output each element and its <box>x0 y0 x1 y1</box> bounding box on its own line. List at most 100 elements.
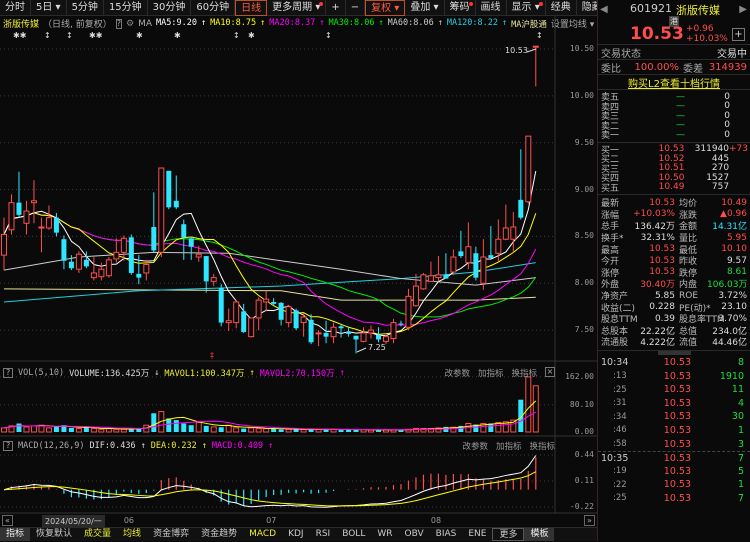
candle-body <box>376 334 381 340</box>
candle-body <box>443 274 449 279</box>
toolbar-button[interactable]: 画线 <box>476 0 507 16</box>
indicator-tab[interactable]: MACD <box>243 528 282 541</box>
indicator-tab[interactable]: BOLL <box>336 528 371 541</box>
indicator-tab[interactable]: 资金博弈 <box>147 528 195 541</box>
indicator-tab[interactable]: RSI <box>310 528 337 541</box>
indicator-tab[interactable]: KDJ <box>282 528 310 541</box>
toolbar-button[interactable]: 15分钟 <box>104 0 148 16</box>
indicator-tab[interactable]: 指标 <box>0 528 31 541</box>
indicator-tab[interactable]: BIAS <box>430 528 463 541</box>
indicator-tab[interactable]: WR <box>371 528 398 541</box>
indicator-tab[interactable]: 恢复默认 <box>30 528 78 541</box>
toolbar-button[interactable]: 分时 <box>0 0 31 16</box>
arrow-up-icon: ↑ <box>201 441 207 451</box>
info-marker-icon[interactable]: ↕ <box>325 31 332 40</box>
l2-link[interactable]: 购买L2查看十档行情 <box>628 75 720 90</box>
ask-volume: 0 <box>724 91 730 102</box>
switch-indicator-button[interactable]: 换指标 <box>529 440 555 452</box>
switch-indicator-button[interactable]: 换指标 <box>511 367 537 379</box>
prev-stock-icon[interactable]: ◀ <box>600 4 608 15</box>
indicator-tab[interactable]: OBV <box>399 528 430 541</box>
mavol1-line <box>3 400 537 431</box>
info-marker-icon[interactable]: ✱ <box>248 31 255 40</box>
panel-resize-handle[interactable] <box>658 350 691 355</box>
notification-dot-icon <box>538 2 543 6</box>
candle-body <box>465 246 472 264</box>
candle-body <box>8 202 15 231</box>
stat-value: 14.31亿 <box>712 222 747 233</box>
toolbar-button[interactable]: 复权 ▾ <box>365 0 406 16</box>
toolbar-button[interactable]: 叠加 ▾ <box>405 0 445 16</box>
help-icon[interactable]: ? <box>3 368 13 378</box>
toolbar-button[interactable]: 经典 <box>546 0 577 16</box>
bid-row[interactable]: 买五 10.49 757 <box>598 182 750 194</box>
event-marker-icon[interactable]: ‡ <box>210 351 214 360</box>
notification-dot-icon <box>468 2 473 6</box>
indicator-tab[interactable]: 更多 <box>492 528 525 541</box>
info-marker-icon[interactable]: ↕ <box>66 31 73 40</box>
volume-bar <box>98 428 105 433</box>
toolbar-button[interactable]: 5分钟 <box>67 0 104 16</box>
toolbar-button-label: 经典 <box>550 2 571 13</box>
stat-row: 最新 10.53 均价 10.49 <box>598 197 750 210</box>
info-marker-icon[interactable]: ↕ <box>233 31 240 40</box>
candle-body <box>53 217 59 233</box>
tick-price: 10.53 <box>663 465 691 477</box>
info-marker-icon[interactable]: ✱ <box>136 31 143 40</box>
candle-body <box>271 301 277 304</box>
toolbar-button[interactable]: 更多周期 ▾ <box>267 0 327 16</box>
toolbar-button[interactable]: 筹码 <box>445 0 476 16</box>
stat-value: 10.53 <box>649 267 675 278</box>
indicator-tab[interactable]: 成交量 <box>78 528 117 541</box>
indicator-tab[interactable]: 资金趋势 <box>195 528 243 541</box>
volume-bar <box>285 428 292 433</box>
ma-value: MA60:8.06 <box>387 17 434 28</box>
stat-value: 10.53 <box>649 255 675 266</box>
ma120-line <box>3 262 536 303</box>
indicator-tab[interactable]: 模板 <box>524 528 555 541</box>
volume-bar <box>518 399 524 432</box>
gear-icon[interactable]: ⚙ <box>126 19 134 29</box>
info-marker-icon[interactable]: ✱ <box>174 31 181 40</box>
volume-bar <box>308 429 314 432</box>
tick-row: 10:34 10.53 8 <box>598 356 750 370</box>
candle-body <box>203 256 209 282</box>
kline-chart[interactable] <box>0 0 597 541</box>
add-indicator-button[interactable]: 加指标 <box>478 367 504 379</box>
close-icon[interactable]: × <box>545 367 555 377</box>
toolbar-button[interactable]: 日线 <box>235 0 268 16</box>
ask-price: — <box>676 120 685 131</box>
scroll-left-button[interactable]: « <box>2 515 13 526</box>
add-watchlist-button[interactable]: + <box>732 28 745 41</box>
toolbar-button[interactable]: 30分钟 <box>148 0 192 16</box>
toolbar-button[interactable]: 60分钟 <box>191 0 236 16</box>
ask-row[interactable]: 卖一 — 0 <box>598 130 750 142</box>
ma-settings-button[interactable]: 设置均线 ▾ <box>551 17 600 30</box>
tick-price: 10.53 <box>663 370 691 382</box>
info-marker-icon[interactable]: ✱✱ <box>89 31 102 40</box>
info-marker-icon[interactable]: ↕ <box>536 31 543 40</box>
price-tick-label: 8.50 <box>574 231 594 241</box>
indicator-tab[interactable]: ENE <box>462 528 492 541</box>
candle-body <box>346 331 352 334</box>
ask-volume: 0 <box>724 101 730 112</box>
help-icon[interactable]: ? <box>3 441 13 451</box>
bid-price: 10.49 <box>658 182 685 193</box>
toolbar-button[interactable]: − <box>346 0 366 16</box>
toolbar-button[interactable]: 5日 ▾ <box>31 0 67 16</box>
info-marker-icon[interactable]: ↕ <box>44 31 51 40</box>
ask-label: 卖一 <box>601 131 620 142</box>
next-stock-icon[interactable]: ▶ <box>739 4 747 15</box>
add-indicator-button[interactable]: 加指标 <box>496 440 522 452</box>
toolbar-button[interactable]: + <box>326 0 346 16</box>
candle-body <box>518 199 524 218</box>
scroll-right-button[interactable]: » <box>584 515 595 526</box>
volume-bar <box>188 425 194 432</box>
edit-params-button[interactable]: 改参数 <box>462 440 488 452</box>
info-marker-icon[interactable]: ✱✱ <box>13 31 26 40</box>
toolbar-button[interactable]: 显示 ▾ <box>507 0 546 16</box>
indicator-tab[interactable]: 均线 <box>117 528 147 541</box>
edit-params-button[interactable]: 改参数 <box>444 367 470 379</box>
help-icon[interactable]: ? <box>115 18 122 29</box>
tick-list[interactable]: 10:34 10.53 8:13 10.53 1910:25 10.53 11:31 10.5… <box>598 356 750 506</box>
